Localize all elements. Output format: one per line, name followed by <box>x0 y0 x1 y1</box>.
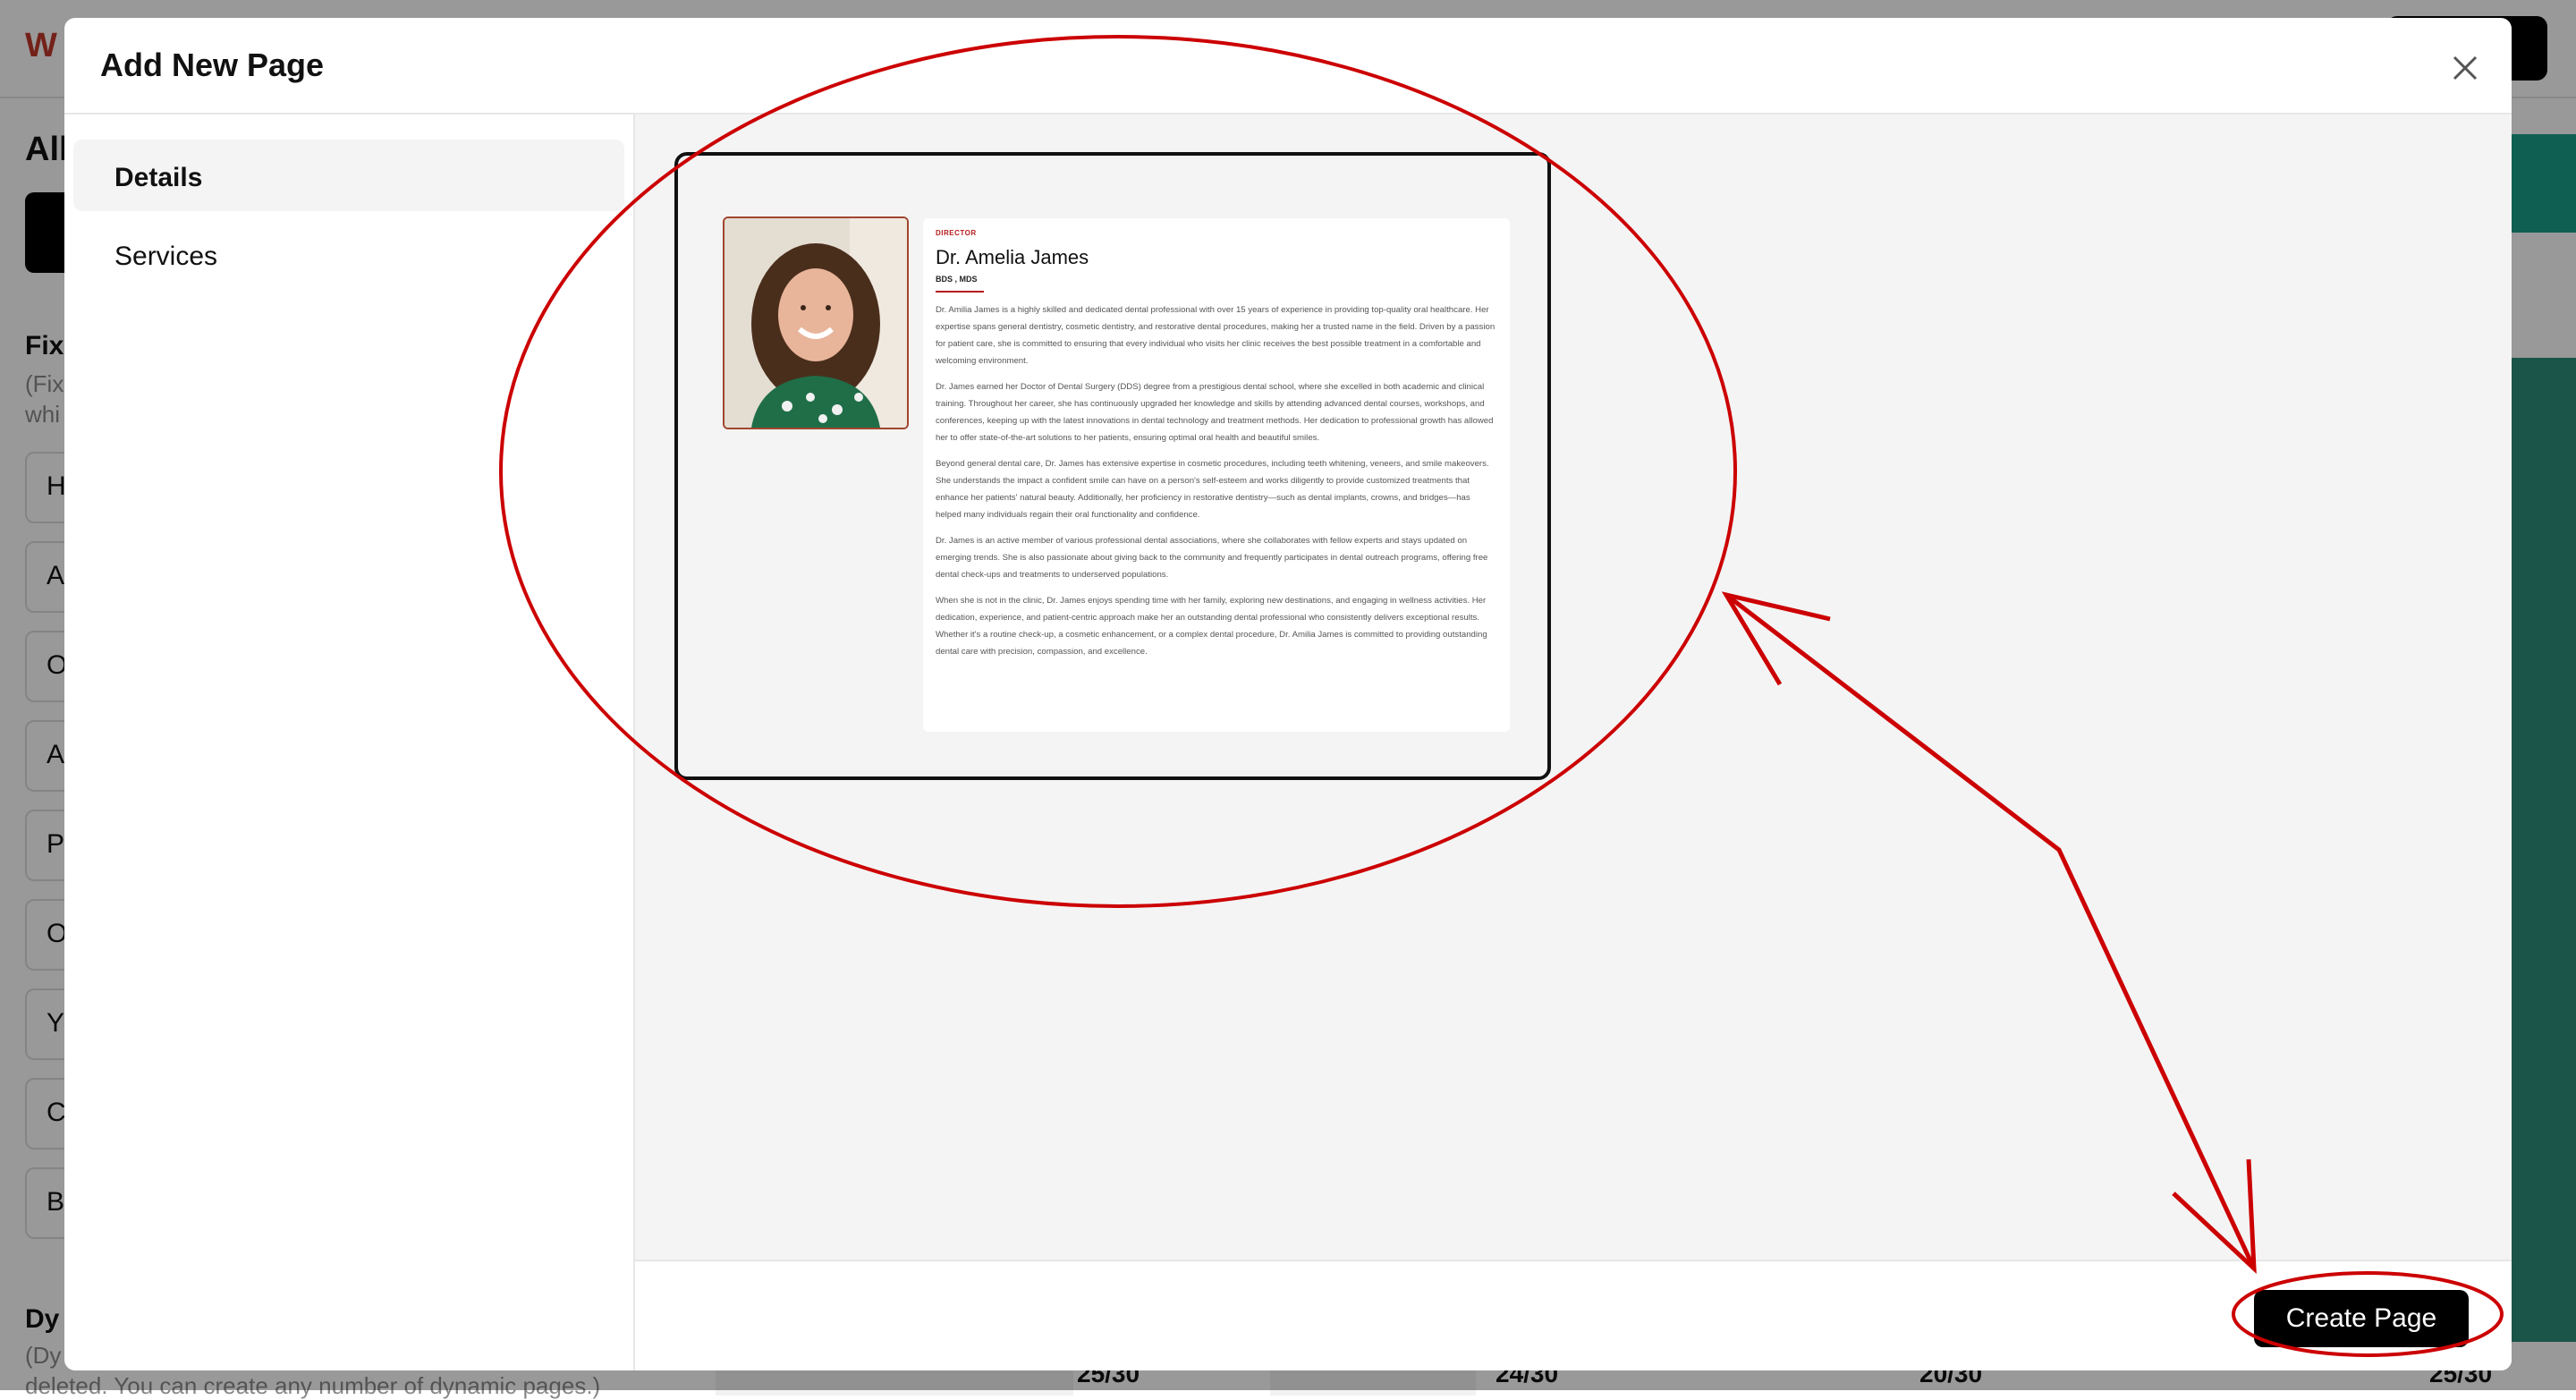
portrait-image <box>724 218 907 428</box>
bio-paragraph: Dr. James earned her Doctor of Dental Su… <box>936 382 1494 443</box>
template-card-details[interactable]: DIRECTOR Dr. Amelia James BDS , MDS Dr. … <box>674 152 1551 780</box>
sidebar-item-services[interactable]: Services <box>73 218 624 290</box>
dialog-header: Add New Page <box>64 18 2512 115</box>
bio-paragraph: Dr. Amilia James is a highly skilled and… <box>936 305 1496 366</box>
create-page-button[interactable]: Create Page <box>2254 1290 2469 1347</box>
close-icon <box>2453 55 2478 81</box>
bio-paragraph: Dr. James is an active member of various… <box>936 536 1488 580</box>
bio-paragraph: When she is not in the clinic, Dr. James… <box>936 596 1487 657</box>
sidebar-item-details[interactable]: Details <box>73 140 624 211</box>
dialog-sidebar: Details Services <box>64 115 635 1370</box>
doctor-role: DIRECTOR <box>936 229 977 237</box>
title-underline <box>936 291 984 293</box>
doctor-degrees: BDS , MDS <box>936 275 978 284</box>
sidebar-item-label: Details <box>114 163 203 192</box>
dialog-title: Add New Page <box>100 47 325 83</box>
doctor-name: Dr. Amelia James <box>936 246 1089 268</box>
doctor-bio-card: DIRECTOR Dr. Amelia James BDS , MDS Dr. … <box>923 218 1510 732</box>
dialog-footer: Create Page <box>635 1260 2512 1370</box>
doctor-photo <box>723 216 909 429</box>
close-button[interactable] <box>2445 48 2485 88</box>
sidebar-item-label: Services <box>114 242 218 271</box>
bio-paragraph: Beyond general dental care, Dr. James ha… <box>936 459 1489 520</box>
